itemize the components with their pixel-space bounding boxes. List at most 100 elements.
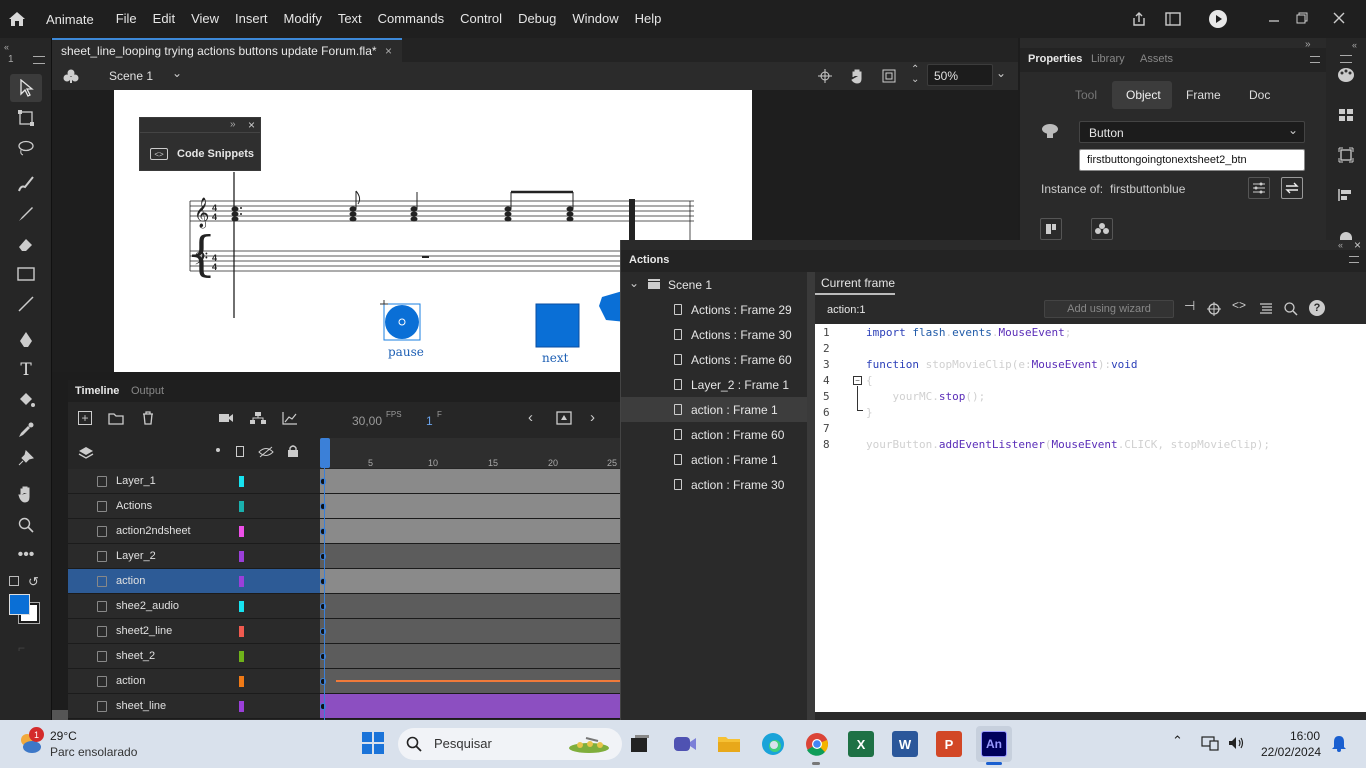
find-icon[interactable]: [1283, 301, 1299, 317]
windows-start-icon[interactable]: [361, 731, 385, 755]
strip-menu-icon[interactable]: [1340, 55, 1352, 63]
workspace-icon[interactable]: [1164, 10, 1182, 28]
script-tree-item[interactable]: action : Frame 30: [621, 472, 807, 497]
script-tree-item[interactable]: Actions : Frame 29: [621, 297, 807, 322]
layer-row[interactable]: shee2_audio: [68, 594, 623, 619]
symbol-type-select[interactable]: Button ⌄: [1079, 121, 1305, 143]
layer-row[interactable]: sheet_line: [68, 694, 623, 719]
hide-layers-icon[interactable]: [258, 445, 274, 459]
code-snippets-button-icon[interactable]: <>: [1232, 298, 1246, 312]
stroke-color-swatch[interactable]: [9, 594, 30, 615]
playhead[interactable]: [320, 438, 330, 468]
notifications-icon[interactable]: [1330, 734, 1348, 752]
instance-name-input[interactable]: firstbuttongoingtonextsheet2_btn: [1079, 149, 1305, 171]
menu-view[interactable]: View: [183, 0, 227, 38]
minimize-icon[interactable]: [1266, 10, 1282, 26]
collapse-actions-icon[interactable]: «: [1338, 240, 1343, 250]
delete-layer-icon[interactable]: [141, 411, 155, 425]
code-snippets-panel[interactable]: » × <> Code Snippets: [139, 117, 261, 171]
transform-icon[interactable]: [1336, 146, 1356, 164]
keyframe-marker[interactable]: [320, 478, 326, 485]
menu-modify[interactable]: Modify: [276, 0, 330, 38]
close-snippets-icon[interactable]: ×: [248, 118, 255, 132]
zoom-tool-icon[interactable]: [14, 513, 38, 537]
layer-color-swatch[interactable]: [239, 676, 244, 687]
layer-frames[interactable]: [320, 494, 623, 518]
layer-frames[interactable]: [320, 694, 623, 718]
align-icon[interactable]: [1040, 218, 1062, 240]
zoom-stepper-icon[interactable]: ⌃ ⌄: [911, 65, 919, 85]
keyframe-marker[interactable]: [320, 528, 326, 535]
excel-icon[interactable]: X: [848, 731, 874, 757]
eraser-tool-icon[interactable]: [14, 232, 38, 256]
splitter[interactable]: [807, 272, 815, 720]
powerpoint-icon[interactable]: P: [936, 731, 962, 757]
previous-frame-icon[interactable]: ‹: [528, 409, 533, 426]
teams-meet-icon[interactable]: [672, 732, 698, 756]
swatches-icon[interactable]: [1336, 106, 1356, 124]
menu-text[interactable]: Text: [330, 0, 370, 38]
menu-debug[interactable]: Debug: [510, 0, 564, 38]
layer-color-swatch[interactable]: [239, 626, 244, 637]
outline-layers-icon[interactable]: [236, 446, 244, 457]
restore-icon[interactable]: [1294, 10, 1310, 26]
menu-window[interactable]: Window: [564, 0, 626, 38]
lock-layers-icon[interactable]: [286, 444, 300, 458]
animate-app-icon[interactable]: An: [981, 731, 1007, 757]
file-explorer-icon[interactable]: [716, 732, 742, 756]
volume-icon[interactable]: [1226, 734, 1246, 752]
script-tree-item[interactable]: Actions : Frame 60: [621, 347, 807, 372]
camera-icon[interactable]: [218, 411, 234, 425]
actions-menu-icon[interactable]: [1349, 256, 1359, 263]
selection-tool-icon[interactable]: [10, 74, 42, 102]
eyedropper-tool-icon[interactable]: [14, 418, 38, 442]
script-tree-item[interactable]: action : Frame 60: [621, 422, 807, 447]
center-stage-icon[interactable]: [817, 68, 833, 84]
keyframe-marker[interactable]: [320, 553, 326, 560]
layer-color-swatch[interactable]: [239, 576, 244, 587]
script-tree-item[interactable]: Layer_2 : Frame 1: [621, 372, 807, 397]
text-tool-icon[interactable]: T: [14, 358, 38, 382]
layer-frames[interactable]: [320, 519, 623, 543]
swap-colors-icon[interactable]: ↺: [28, 574, 39, 590]
layer-color-swatch[interactable]: [239, 476, 244, 487]
highlight-layers-icon[interactable]: [216, 448, 220, 452]
taskbar-search[interactable]: Pesquisar: [398, 728, 622, 760]
new-folder-icon[interactable]: [108, 411, 124, 425]
menu-commands[interactable]: Commands: [370, 0, 452, 38]
default-colors-icon[interactable]: [9, 576, 19, 586]
layer-row[interactable]: action2ndsheet: [68, 519, 623, 544]
instance-of-value[interactable]: firstbuttonblue: [1110, 182, 1185, 196]
layer-frames[interactable]: [320, 644, 623, 668]
layer-row[interactable]: action: [68, 669, 623, 694]
align-panel-icon[interactable]: [1336, 186, 1356, 204]
weather-temperature[interactable]: 29°C: [50, 729, 77, 743]
new-layer-icon[interactable]: +: [78, 411, 92, 425]
fluid-brush-tool-icon[interactable]: [14, 172, 38, 196]
zoom-dropdown-icon[interactable]: ⌄: [996, 66, 1006, 80]
layer-frames[interactable]: [320, 469, 623, 493]
keyframe-marker[interactable]: [320, 603, 326, 610]
pin-tool-icon[interactable]: [14, 446, 38, 470]
menu-help[interactable]: Help: [627, 0, 670, 38]
layer-row[interactable]: Actions: [68, 494, 623, 519]
snap-to-objects-icon[interactable]: ⌐: [18, 641, 25, 655]
insert-target-path-icon[interactable]: [1206, 301, 1222, 317]
tab-properties[interactable]: Properties: [1028, 53, 1082, 65]
layer-frames[interactable]: [320, 544, 623, 568]
keyframe-marker[interactable]: [320, 703, 326, 710]
clock-time[interactable]: 16:00: [1290, 729, 1320, 743]
subtab-object[interactable]: Object: [1126, 88, 1161, 102]
layer-color-swatch[interactable]: [239, 701, 244, 712]
timeline-scrollbar[interactable]: [52, 710, 68, 720]
chrome-browser-icon[interactable]: [804, 731, 830, 757]
menu-control[interactable]: Control: [452, 0, 510, 38]
tab-library[interactable]: Library: [1091, 53, 1125, 65]
keyframe-marker[interactable]: [320, 678, 326, 685]
layer-frames[interactable]: [320, 569, 623, 593]
paint-bucket-tool-icon[interactable]: [14, 388, 38, 412]
layer-color-swatch[interactable]: [239, 601, 244, 612]
weather-description[interactable]: Parc ensolarado: [50, 745, 137, 759]
edit-symbol-icon[interactable]: [1248, 177, 1270, 199]
layer-frames[interactable]: [320, 619, 623, 643]
